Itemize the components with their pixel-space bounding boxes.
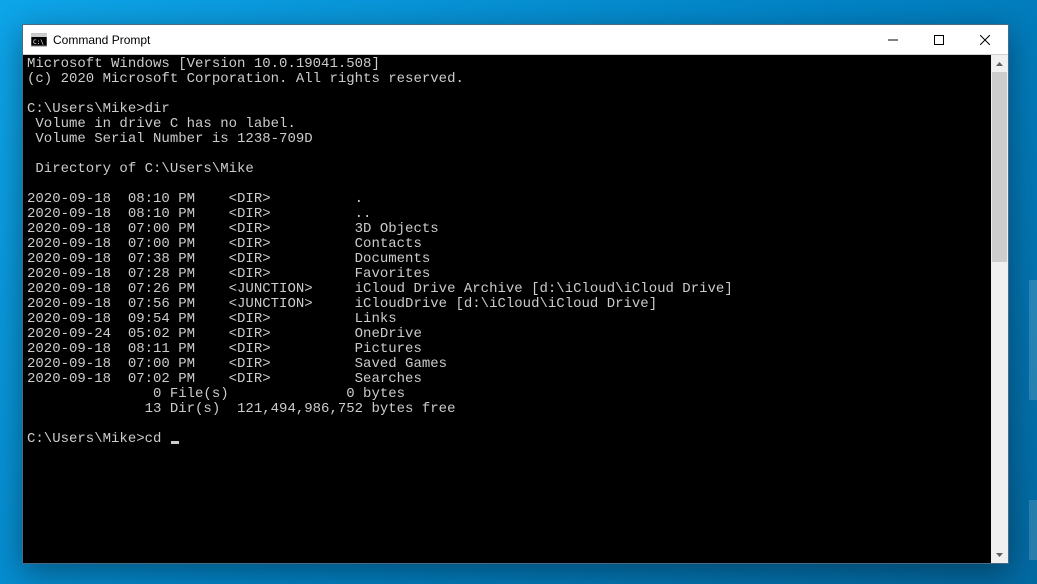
terminal-output[interactable]: Microsoft Windows [Version 10.0.19041.50… — [23, 55, 991, 563]
prompt-command: dir — [145, 101, 170, 117]
volume-info: Volume in drive C has no label. — [27, 116, 296, 132]
scroll-down-arrow[interactable] — [991, 546, 1008, 563]
scroll-thumb[interactable] — [992, 72, 1007, 262]
summary-files: 0 File(s) 0 bytes — [27, 386, 405, 402]
maximize-button[interactable] — [916, 25, 962, 54]
banner-line: Microsoft Windows [Version 10.0.19041.50… — [27, 56, 380, 72]
prompt-path: C:\Users\Mike> — [27, 101, 145, 117]
directory-of: Directory of C:\Users\Mike — [27, 161, 254, 177]
cursor — [171, 441, 179, 444]
vertical-scrollbar[interactable] — [991, 55, 1008, 563]
volume-info: Volume Serial Number is 1238-709D — [27, 131, 313, 147]
prompt-path: C:\Users\Mike> — [27, 431, 145, 447]
close-button[interactable] — [962, 25, 1008, 54]
scroll-track[interactable] — [991, 72, 1008, 546]
command-prompt-window: C:\ Command Prompt Microsoft Windows [Ve… — [22, 24, 1009, 564]
minimize-button[interactable] — [870, 25, 916, 54]
cmd-icon: C:\ — [31, 32, 47, 48]
titlebar[interactable]: C:\ Command Prompt — [23, 25, 1008, 55]
svg-text:C:\: C:\ — [33, 39, 44, 46]
window-title: Command Prompt — [53, 33, 870, 47]
scroll-up-arrow[interactable] — [991, 55, 1008, 72]
terminal-body: Microsoft Windows [Version 10.0.19041.50… — [23, 55, 1008, 563]
window-controls — [870, 25, 1008, 54]
summary-dirs: 13 Dir(s) 121,494,986,752 bytes free — [27, 401, 455, 417]
banner-line: (c) 2020 Microsoft Corporation. All righ… — [27, 71, 464, 87]
prompt-command: cd — [145, 431, 170, 447]
directory-listing: 2020-09-18 08:10 PM <DIR> . 2020-09-18 0… — [27, 191, 733, 387]
